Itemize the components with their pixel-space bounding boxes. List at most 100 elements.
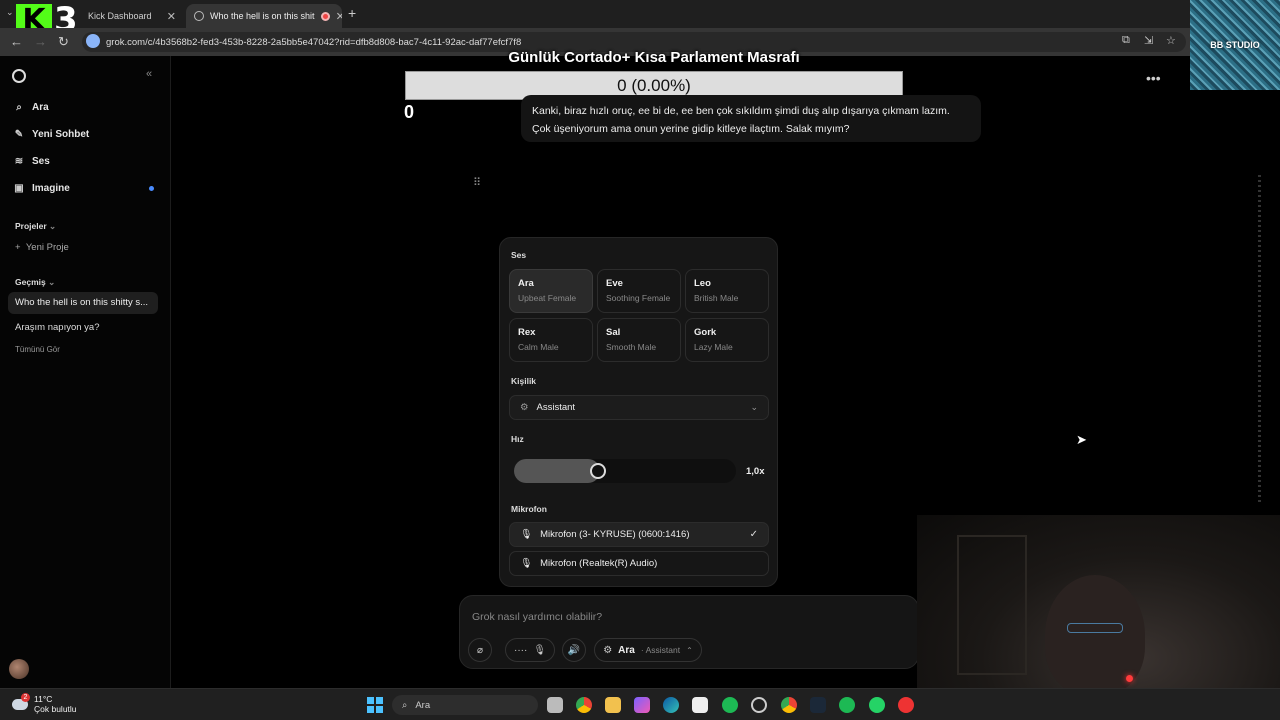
notification-badge: 2: [21, 692, 30, 702]
copilot-icon[interactable]: [634, 697, 650, 713]
voice-name: Leo: [694, 278, 711, 289]
speed-slider-fill: [514, 459, 600, 483]
sidebar-item-voice[interactable]: ≋ Ses: [14, 156, 50, 167]
chevron-up-icon: ⌃: [686, 645, 693, 655]
sidebar-item-search[interactable]: ⌕ Ara: [14, 102, 49, 113]
task-view-icon[interactable]: [547, 697, 563, 713]
store-icon[interactable]: [692, 697, 708, 713]
studio-label: BB STUDIO: [1210, 40, 1260, 50]
temperature: 11°C: [34, 694, 53, 704]
voice-name: Gork: [694, 327, 717, 338]
mic-option[interactable]: 🎙 Mikrofon (3- KYRUSE) (0600:1416) ✓: [509, 522, 769, 547]
chrome-icon[interactable]: [576, 697, 592, 713]
glasses-shape: [1067, 623, 1123, 633]
speaker-icon: 🔊: [567, 644, 581, 656]
red-light: [1126, 675, 1133, 682]
voice-option-leo[interactable]: Leo British Male: [685, 269, 769, 313]
taskbar-search[interactable]: ⌕ Ara: [392, 695, 538, 715]
more-options-icon[interactable]: •••: [1146, 70, 1161, 86]
new-badge-dot: [149, 186, 154, 191]
chrome-icon[interactable]: [781, 697, 797, 713]
steam-icon[interactable]: [810, 697, 826, 713]
sidebar-item-imagine[interactable]: ▣ Imagine: [14, 183, 70, 194]
speaker-button[interactable]: 🔊: [562, 638, 586, 662]
taskbar-search-label: Ara: [415, 699, 431, 711]
voice-desc: Calm Male: [518, 342, 559, 352]
speed-slider-knob[interactable]: [590, 463, 606, 479]
edit-icon: ✎: [14, 129, 24, 140]
obs-icon[interactable]: [751, 697, 767, 713]
speed-label: Hız: [511, 434, 524, 444]
image-icon: ▣: [14, 183, 24, 194]
attach-button[interactable]: ⌀: [468, 638, 492, 662]
personality-label: Kişilik: [511, 376, 537, 386]
tab-search-chevron-icon[interactable]: ⌄: [6, 7, 14, 18]
voice-name: Sal: [606, 327, 621, 338]
new-tab-button[interactable]: +: [348, 5, 356, 21]
collapse-sidebar-icon[interactable]: «: [146, 68, 152, 80]
file-explorer-icon[interactable]: [605, 697, 621, 713]
dictation-button[interactable]: ···· 🎙: [505, 638, 555, 662]
avatar[interactable]: [9, 659, 29, 679]
start-button[interactable]: [367, 697, 383, 713]
reload-icon[interactable]: ↻: [58, 34, 69, 50]
tab-strip: ⌄ Kick Dashboard ✕ Who the hell is on th…: [0, 0, 1280, 28]
voice-option-ara[interactable]: Ara Upbeat Female: [509, 269, 593, 313]
weather-widget[interactable]: 2 11°C Çok bulutlu: [12, 692, 77, 714]
history-item-active[interactable]: Who the hell is on this shitty s...: [8, 292, 158, 314]
new-project-button[interactable]: + Yeni Proje: [15, 242, 69, 253]
sidebar: « ⌕ Ara ✎ Yeni Sohbet ≋ Ses ▣ Imagine Pr…: [0, 56, 171, 688]
tab-close-icon[interactable]: ✕: [336, 10, 342, 23]
message-line: Kanki, biraz hızlı oruç, ee bi de, ee be…: [532, 105, 950, 117]
edge-icon[interactable]: [663, 697, 679, 713]
history-item[interactable]: Araşım napıyon ya?: [15, 322, 100, 333]
scroll-indicator: [1258, 175, 1261, 505]
translate-icon[interactable]: ⧉: [1122, 34, 1130, 47]
whatsapp-icon[interactable]: [869, 697, 885, 713]
voice-desc: Smooth Male: [606, 342, 657, 352]
back-icon[interactable]: ←: [10, 34, 23, 49]
forward-icon[interactable]: →: [34, 34, 47, 49]
personality-select[interactable]: ⚙ Assistant ⌄: [509, 395, 769, 420]
voice-option-rex[interactable]: Rex Calm Male: [509, 318, 593, 362]
user-message-bubble: Kanki, biraz hızlı oruç, ee bi de, ee be…: [521, 95, 981, 142]
install-app-icon[interactable]: ⇲: [1144, 34, 1153, 47]
voice-desc: British Male: [694, 293, 739, 303]
voice-option-sal[interactable]: Sal Smooth Male: [597, 318, 681, 362]
projects-label: Projeler: [15, 221, 47, 231]
sidebar-item-new-chat[interactable]: ✎ Yeni Sohbet: [14, 129, 89, 140]
mic-option[interactable]: 🎙 Mikrofon (Realtek(R) Audio): [509, 551, 769, 576]
see-all-link[interactable]: Tümünü Gör: [15, 345, 60, 354]
sidebar-item-label: Ses: [32, 156, 50, 167]
search-icon: ⌕: [402, 699, 408, 711]
stream-studio-badge: BB STUDIO: [1190, 0, 1280, 90]
mic-section-label: Mikrofon: [511, 504, 547, 514]
voice-name: Ara: [518, 278, 534, 289]
chat-composer[interactable]: Grok nasıl yardımcı olabilir? ⌀ ···· 🎙 🔊 …: [459, 595, 919, 669]
voice-selector-button[interactable]: ⚙ Ara · Assistant ⌃: [594, 638, 702, 662]
grok-logo-icon[interactable]: [12, 69, 26, 83]
tab-grok[interactable]: Who the hell is on this shit ✕: [186, 4, 342, 28]
composer-placeholder[interactable]: Grok nasıl yardımcı olabilir?: [472, 611, 602, 623]
voice-option-gork[interactable]: Gork Lazy Male: [685, 318, 769, 362]
check-icon: ✓: [749, 529, 758, 540]
voice-desc: Upbeat Female: [518, 293, 577, 303]
bookmark-star-icon[interactable]: ☆: [1166, 34, 1176, 47]
history-header[interactable]: Geçmiş ⌄: [15, 277, 55, 288]
voice-option-eve[interactable]: Eve Soothing Female: [597, 269, 681, 313]
message-line: Çok üşeniyorum ama onun yerine gidip kit…: [532, 123, 850, 135]
speed-slider[interactable]: [514, 459, 736, 483]
tab-label: Kick Dashboard: [88, 11, 152, 21]
recording-icon: [320, 11, 330, 21]
app-icon[interactable]: [898, 697, 914, 713]
voice-wave-icon: ≋: [14, 156, 24, 167]
tab-close-icon[interactable]: ✕: [167, 10, 176, 23]
projects-header[interactable]: Projeler ⌄: [15, 221, 56, 232]
grid-dots-icon[interactable]: ⠿: [473, 176, 481, 189]
mic-option-label: Mikrofon (Realtek(R) Audio): [540, 558, 658, 569]
cloud-icon: 2: [12, 692, 30, 710]
spotify-icon[interactable]: [722, 697, 738, 713]
site-info-icon[interactable]: [86, 34, 100, 48]
overlay-title: Günlük Cortado+ Kısa Parlament Masrafı: [508, 49, 800, 66]
spotify-icon[interactable]: [839, 697, 855, 713]
